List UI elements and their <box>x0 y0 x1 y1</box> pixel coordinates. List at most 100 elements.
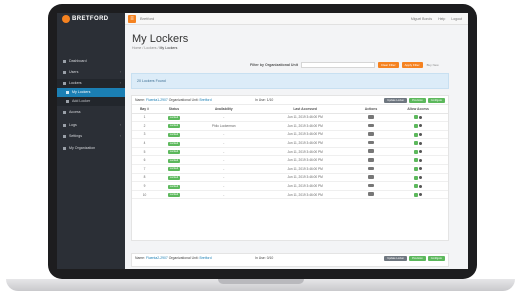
logo[interactable]: BRETFORD <box>57 13 125 25</box>
table-row: 2 Locked Philo Lockerman Jun 11, 2019 3:46:… <box>132 121 448 131</box>
sidebar-item-access[interactable]: Access <box>57 108 125 117</box>
bullet-icon <box>66 99 69 103</box>
access-settings-icon[interactable] <box>419 158 423 162</box>
bay-number: 10 <box>132 190 157 200</box>
unlock-action-icon[interactable] <box>368 175 374 179</box>
sidebar-item-my-lockers[interactable]: My Lockers <box>57 88 125 97</box>
table-row: 3 Locked - Jun 11, 2019 3:46:00 PM <box>132 130 448 140</box>
status-cell: Locked <box>156 155 192 166</box>
sidebar-item-add-locker[interactable]: Add Locker <box>57 97 125 106</box>
sidebar-item-logs[interactable]: Logs › <box>57 121 125 130</box>
update-locker-button[interactable]: Update Locker <box>384 256 408 261</box>
status-badge: Locked <box>167 158 181 163</box>
access-settings-icon[interactable] <box>419 150 423 154</box>
table-row: 1 Locked - Jun 11, 2019 3:46:00 PM <box>132 113 448 123</box>
allow-access-icon[interactable] <box>414 141 419 146</box>
provision-button[interactable]: Provision <box>409 98 426 103</box>
unlock-action-icon[interactable] <box>368 166 374 171</box>
status-cell: Locked <box>156 138 192 148</box>
allow-access-icon[interactable] <box>414 123 419 128</box>
allow-access-icon[interactable] <box>414 115 419 120</box>
sidebar-item-settings[interactable]: Settings › <box>57 132 125 141</box>
status-cell: Locked <box>156 164 192 174</box>
clear-filter-button[interactable]: Clear Filter <box>377 62 399 68</box>
unlock-action-icon[interactable] <box>368 123 374 128</box>
allow-access-icon[interactable] <box>414 175 419 180</box>
table-row: 9 Locked - Jun 11, 2019 3:46:00 PM <box>132 181 448 191</box>
status-cell: Locked <box>156 121 192 131</box>
access-settings-icon[interactable] <box>419 141 423 145</box>
unlock-action-icon[interactable] <box>368 115 374 119</box>
sidebar-item-users[interactable]: Users › <box>57 68 125 77</box>
allow-access-icon[interactable] <box>414 149 419 154</box>
allow-access-icon[interactable] <box>414 192 419 197</box>
menu-icon[interactable]: ≡ <box>128 15 136 23</box>
access-settings-icon[interactable] <box>419 133 423 137</box>
allow-access-cell <box>388 130 448 140</box>
breadcrumb-home[interactable]: Home <box>132 46 141 50</box>
sidebar: Dashboard Users › Lockers ‹ My Lockers Add… <box>57 25 125 269</box>
access-settings-icon[interactable] <box>419 193 423 197</box>
allow-access-cell <box>388 155 448 166</box>
access-settings-icon[interactable] <box>419 167 423 171</box>
locker-panel-header: Name: Fluenta1-2907 Organizational Unit:… <box>132 96 448 105</box>
configure-button[interactable]: Configure <box>427 98 445 103</box>
locker-ou: Bretford <box>199 256 212 260</box>
allow-access-cell <box>388 164 448 174</box>
configure-button[interactable]: Configure <box>427 256 445 261</box>
filter-label: Filter by Organizational Unit <box>250 63 298 67</box>
breadcrumb-current: My Lockers <box>159 46 178 50</box>
update-locker-button[interactable]: Update Locker <box>384 98 408 103</box>
locker-actions: Update Locker Provision Configure <box>384 98 445 103</box>
unlock-action-icon[interactable] <box>368 192 374 196</box>
sidebar-item-my-organization[interactable]: My Organization <box>57 144 125 153</box>
unlock-action-icon[interactable] <box>368 149 374 153</box>
locker-name[interactable]: Fluenta1-2907 <box>146 98 168 102</box>
access-settings-icon[interactable] <box>419 124 423 128</box>
availability-cell: - <box>191 113 257 123</box>
bay-number: 4 <box>132 138 157 148</box>
apply-filter-button[interactable]: Apply Filter <box>401 62 423 68</box>
sidebar-item-dashboard[interactable]: Dashboard <box>57 57 125 66</box>
lockers-icon <box>63 81 66 85</box>
access-settings-icon[interactable] <box>419 176 423 180</box>
unlock-action-icon[interactable] <box>368 132 374 136</box>
buy-new-link[interactable]: Buy New <box>426 62 440 68</box>
allow-access-icon[interactable] <box>414 166 419 171</box>
column-header-last-accessed: Last Accessed <box>256 105 354 114</box>
access-settings-icon[interactable] <box>419 184 423 188</box>
availability-cell: - <box>191 164 257 174</box>
filter-ou-input[interactable] <box>300 62 375 68</box>
sidebar-item-label: Dashboard <box>69 59 87 63</box>
status-badge: Locked <box>167 141 181 146</box>
sidebar-item-lockers[interactable]: Lockers ‹ <box>57 79 125 88</box>
laptop-notch <box>218 279 304 284</box>
locker-panel: Name: Fluenta2-2907 Organizational Unit:… <box>131 253 449 267</box>
locker-name[interactable]: Fluenta2-2907 <box>146 256 168 260</box>
last-accessed-cell: Jun 11, 2019 3:46:00 PM <box>256 190 354 200</box>
last-accessed-cell: Jun 11, 2019 3:46:00 PM <box>256 181 354 191</box>
allow-access-icon[interactable] <box>414 158 419 163</box>
bay-number: 9 <box>132 181 157 191</box>
chevron-right-icon: › <box>119 134 121 138</box>
allow-access-icon[interactable] <box>414 132 419 137</box>
logout-link[interactable]: Logout <box>451 15 462 23</box>
allow-access-cell <box>388 113 448 123</box>
top-breadcrumb[interactable]: Bretford <box>140 15 154 23</box>
breadcrumb-lockers[interactable]: Lockers <box>144 46 156 50</box>
help-link[interactable]: Help <box>438 15 445 23</box>
in-use-label: In Use: <box>255 98 266 102</box>
unlock-action-icon[interactable] <box>368 183 374 188</box>
allow-access-icon[interactable] <box>414 184 419 189</box>
allow-access-cell <box>388 147 448 157</box>
app-screen: BRETFORD ≡ Bretford Miguel Bonds Help Lo… <box>57 13 468 269</box>
bullet-icon <box>66 90 69 94</box>
unlock-action-icon[interactable] <box>368 140 374 145</box>
provision-button[interactable]: Provision <box>409 256 426 261</box>
bay-number: 2 <box>132 121 157 131</box>
user-name-link[interactable]: Miguel Bonds <box>411 15 432 23</box>
access-settings-icon[interactable] <box>419 115 423 119</box>
unlock-action-icon[interactable] <box>368 158 374 162</box>
allow-access-cell <box>388 121 448 131</box>
results-alert: 20 Lockers Found <box>131 73 449 89</box>
